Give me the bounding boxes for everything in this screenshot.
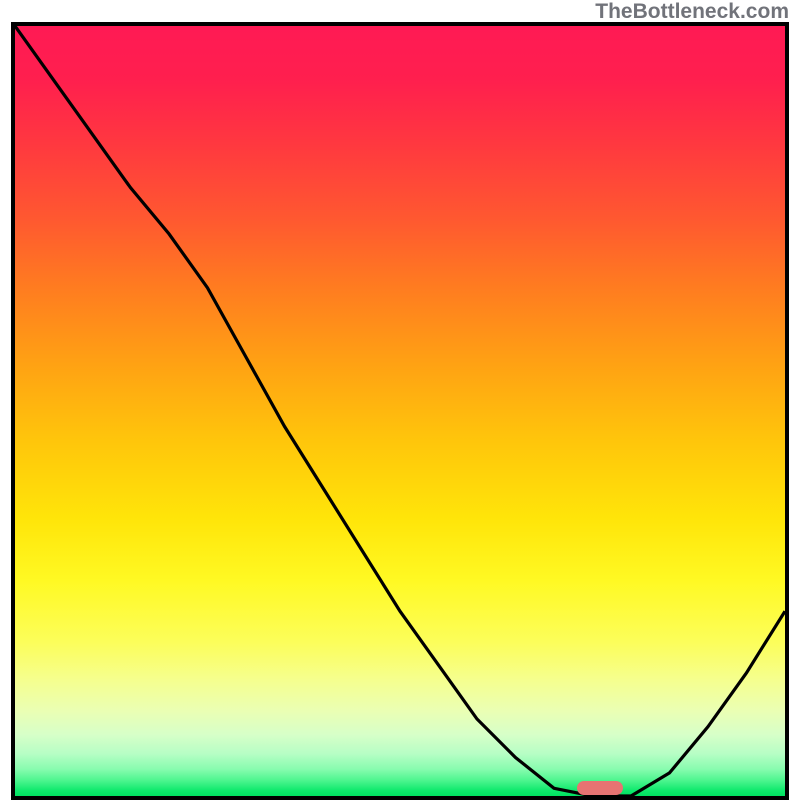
curve-line <box>15 26 785 796</box>
watermark-text: TheBottleneck.com <box>595 0 789 24</box>
minimum-marker <box>577 781 623 795</box>
chart-frame <box>11 22 789 800</box>
chart-curve <box>15 26 785 796</box>
